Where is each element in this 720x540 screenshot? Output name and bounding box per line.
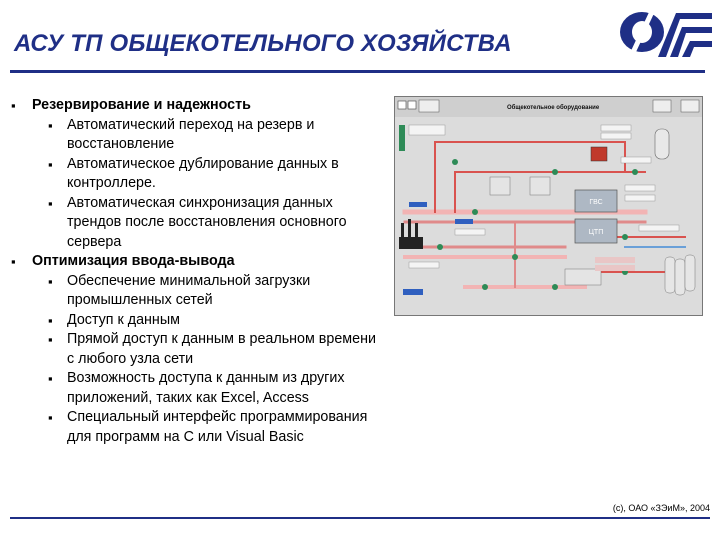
bullet-level2: Прямой доступ к данным в реальном времен… [10,330,380,369]
storage-tanks-icon [664,254,696,296]
equipment-block[interactable] [564,268,602,286]
bullet-level2: Специальный интерфейс программирования д… [10,408,380,447]
forward-button[interactable] [407,100,417,110]
slide-title: АСУ ТП ОБЩЕКОТЕЛЬНОГО ХОЗЯЙСТВА [14,30,512,57]
menu-button[interactable] [418,99,440,113]
exit-button[interactable] [680,99,700,113]
ctp-label: ЦТП [589,229,604,236]
toolbar-button[interactable] [652,99,672,113]
bullet-level2: Доступ к данным [10,311,380,331]
bullet-level2: Обеспечение минимальной загрузки промышл… [10,272,380,311]
pump-block[interactable] [489,176,511,196]
bullet-level2: Автоматический переход на резерв и восст… [10,116,380,155]
scada-window-title: Общекотельное оборудование [507,104,600,111]
bullet-level2: Автоматическое дублирование данных в кон… [10,155,380,194]
bullet-list: Резервирование и надежность Автоматическ… [10,96,380,447]
status-indicator [595,265,635,271]
status-indicator [595,257,635,263]
scada-screenshot: Общекотельное оборудование ГВС ЦТП [394,96,703,316]
title-divider [10,70,705,73]
back-button[interactable] [397,100,407,110]
bullet-level2: Возможность доступа к данным из других п… [10,369,380,408]
heater-icon [590,146,608,162]
bullet-level1: Резервирование и надежность [10,96,380,116]
gvs-label: ГВС [589,199,602,206]
tank-icon [654,128,670,160]
status-indicator [399,125,405,151]
pump-block[interactable] [529,176,551,196]
footer-divider [10,517,710,519]
copyright-notice: (c), ОАО «ЗЭиМ», 2004 [612,503,710,513]
bullet-level1: Оптимизация ввода-вывода [10,252,380,272]
bullet-level2: Автоматическая синхронизация данных трен… [10,194,380,253]
company-logo [620,12,712,57]
